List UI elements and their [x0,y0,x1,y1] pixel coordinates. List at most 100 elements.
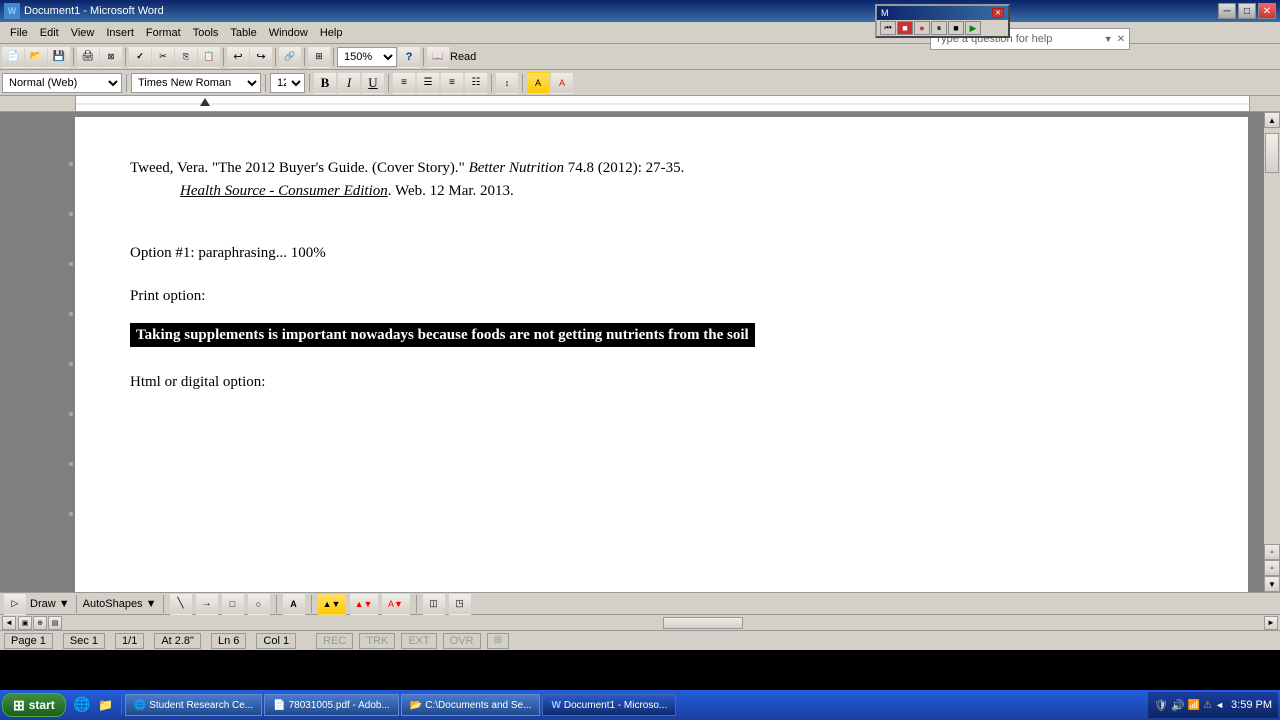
shadow-button[interactable]: ◫ [423,593,445,615]
media-prev-btn[interactable]: ⏮ [880,21,896,35]
menu-window[interactable]: Window [263,25,314,41]
highlight-button[interactable]: A [527,72,549,94]
style-select[interactable]: Normal (Web) [2,73,122,93]
web-view-btn[interactable]: ⊕ [33,616,47,630]
text-box-button[interactable]: A [283,593,305,615]
undo-button[interactable]: ↩ [227,46,249,68]
media-player-window[interactable]: M ✕ ⏮ ■ ● ⏸ ■ ▶ [875,4,1010,38]
print-button[interactable]: 🖨 [77,46,99,68]
menu-table[interactable]: Table [224,25,262,41]
horizontal-scrollbar[interactable]: ◄ ▣ ⊕ ▤ ► [0,614,1280,630]
windows-icon: ⊞ [13,697,25,714]
align-left-button[interactable]: ≡ [393,72,415,94]
scroll-up-arrow[interactable]: ▲ [1264,112,1280,128]
print-preview-button[interactable]: ⊠ [100,46,122,68]
scroll-thumb[interactable] [1265,133,1279,173]
h-scroll-left[interactable]: ◄ [2,616,16,630]
hyperlink-button[interactable]: 🔗 [279,46,301,68]
3d-button[interactable]: ◳ [449,593,471,615]
media-play-btn[interactable]: ▶ [965,21,981,35]
zoom-select[interactable]: 150% 100% 75% [337,47,397,67]
taskbar-item-pdf[interactable]: 📄 78031005.pdf - Adob... [264,694,399,716]
menu-view[interactable]: View [65,25,101,41]
citation-text: Tweed, Vera. "The 2012 Buyer's Guide. (C… [130,157,1188,180]
highlighted-sentence[interactable]: Taking supplements is important nowadays… [130,323,755,347]
h-scroll-thumb[interactable] [663,617,743,629]
media-close-btn[interactable]: ✕ [992,8,1004,18]
line-tool-button[interactable]: ╲ [170,593,192,615]
underline-button[interactable]: U [362,72,384,94]
menu-edit[interactable]: Edit [34,25,65,41]
ruler-marker[interactable] [200,98,210,106]
help-close-icon[interactable]: ✕ [1117,34,1125,45]
maximize-button[interactable]: □ [1238,3,1256,19]
menu-tools[interactable]: Tools [187,25,225,41]
document-page[interactable]: Tweed, Vera. "The 2012 Buyer's Guide. (C… [75,117,1248,592]
ln-label: Ln 6 [218,635,239,647]
media-stop-btn[interactable]: ■ [897,21,913,35]
scroll-down-arrow[interactable]: ▼ [1264,576,1280,592]
scroll-track[interactable] [1264,128,1280,544]
right-scrollbar[interactable]: ▲ ◦ ◦ ▼ [1264,112,1280,592]
quick-launch-explorer[interactable]: 📁 [95,694,117,716]
spell-check-button[interactable]: ✓ [129,46,151,68]
taskbar-item-student-research[interactable]: 🌐 Student Research Ce... [125,694,262,716]
align-right-button[interactable]: ≡ [441,72,463,94]
tray-expand-button[interactable]: ◄ [1215,700,1224,710]
quick-launch-ie[interactable]: 🌐 [71,694,93,716]
minimize-button[interactable]: ─ [1218,3,1236,19]
menu-help[interactable]: Help [314,25,349,41]
line-spacing-button[interactable]: ↕ [496,72,518,94]
menu-insert[interactable]: Insert [100,25,140,41]
menu-format[interactable]: Format [140,25,187,41]
paste-button[interactable]: 📋 [198,46,220,68]
fill-color-button[interactable]: ▲▼ [318,593,346,615]
size-select[interactable]: 12 [270,73,305,93]
justify-button[interactable]: ☷ [465,72,487,94]
media-stop-btn2[interactable]: ■ [948,21,964,35]
help-button[interactable]: ? [398,46,420,68]
citation-source: Health Source - Consumer Edition. Web. 1… [130,180,1188,203]
table-button[interactable]: ⊞ [308,46,330,68]
h-scroll-right[interactable]: ► [1264,616,1278,630]
media-pause-btn[interactable]: ⏸ [931,21,947,35]
draw-label[interactable]: Draw ▼ [30,598,70,610]
new-button[interactable]: 📄 [2,46,24,68]
save-button[interactable]: 💾 [48,46,70,68]
font-select[interactable]: Times New Roman [131,73,261,93]
copy-button[interactable]: ⎘ [175,46,197,68]
media-record-btn[interactable]: ● [914,21,930,35]
drawing-expand-button[interactable]: ▷ [4,593,26,615]
toolbar-separator-7 [423,48,424,66]
menu-file[interactable]: File [4,25,34,41]
bold-button[interactable]: B [314,72,336,94]
rectangle-tool-button[interactable]: □ [222,593,244,615]
normal-view-btn[interactable]: ▣ [18,616,32,630]
autoshapes-label[interactable]: AutoShapes ▼ [83,598,157,610]
page-down-button[interactable]: ◦ [1264,560,1280,576]
status-trk: TRK [359,633,395,649]
highlighted-text-block[interactable]: Taking supplements is important nowadays… [130,323,1188,347]
align-center-button[interactable]: ☰ [417,72,439,94]
font-color-button[interactable]: A [551,72,573,94]
font-color-btn2[interactable]: A▼ [382,593,410,615]
taskbar-item-word[interactable]: W Document1 - Microso... [542,694,676,716]
page-up-button[interactable]: ◦ [1264,544,1280,560]
status-ovr: OVR [443,633,481,649]
close-button[interactable]: ✕ [1258,3,1276,19]
taskbar-item-documents[interactable]: 📂 C:\Documents and Se... [401,694,541,716]
h-scroll-track[interactable] [64,616,1262,630]
toolbar-separator-1 [73,48,74,66]
at-label: At 2.8" [161,635,194,647]
redo-button[interactable]: ↪ [250,46,272,68]
oval-tool-button[interactable]: ○ [248,593,270,615]
italic-button[interactable]: I [338,72,360,94]
cut-button[interactable]: ✂ [152,46,174,68]
line-color-button[interactable]: ▲▼ [350,593,378,615]
help-dropdown-icon[interactable]: ▼ [1104,34,1113,44]
read-button[interactable]: 📖 [427,46,449,68]
arrow-tool-button[interactable]: → [196,593,218,615]
open-button[interactable]: 📂 [25,46,47,68]
print-view-btn[interactable]: ▤ [48,616,62,630]
start-button[interactable]: ⊞ start [2,693,66,717]
